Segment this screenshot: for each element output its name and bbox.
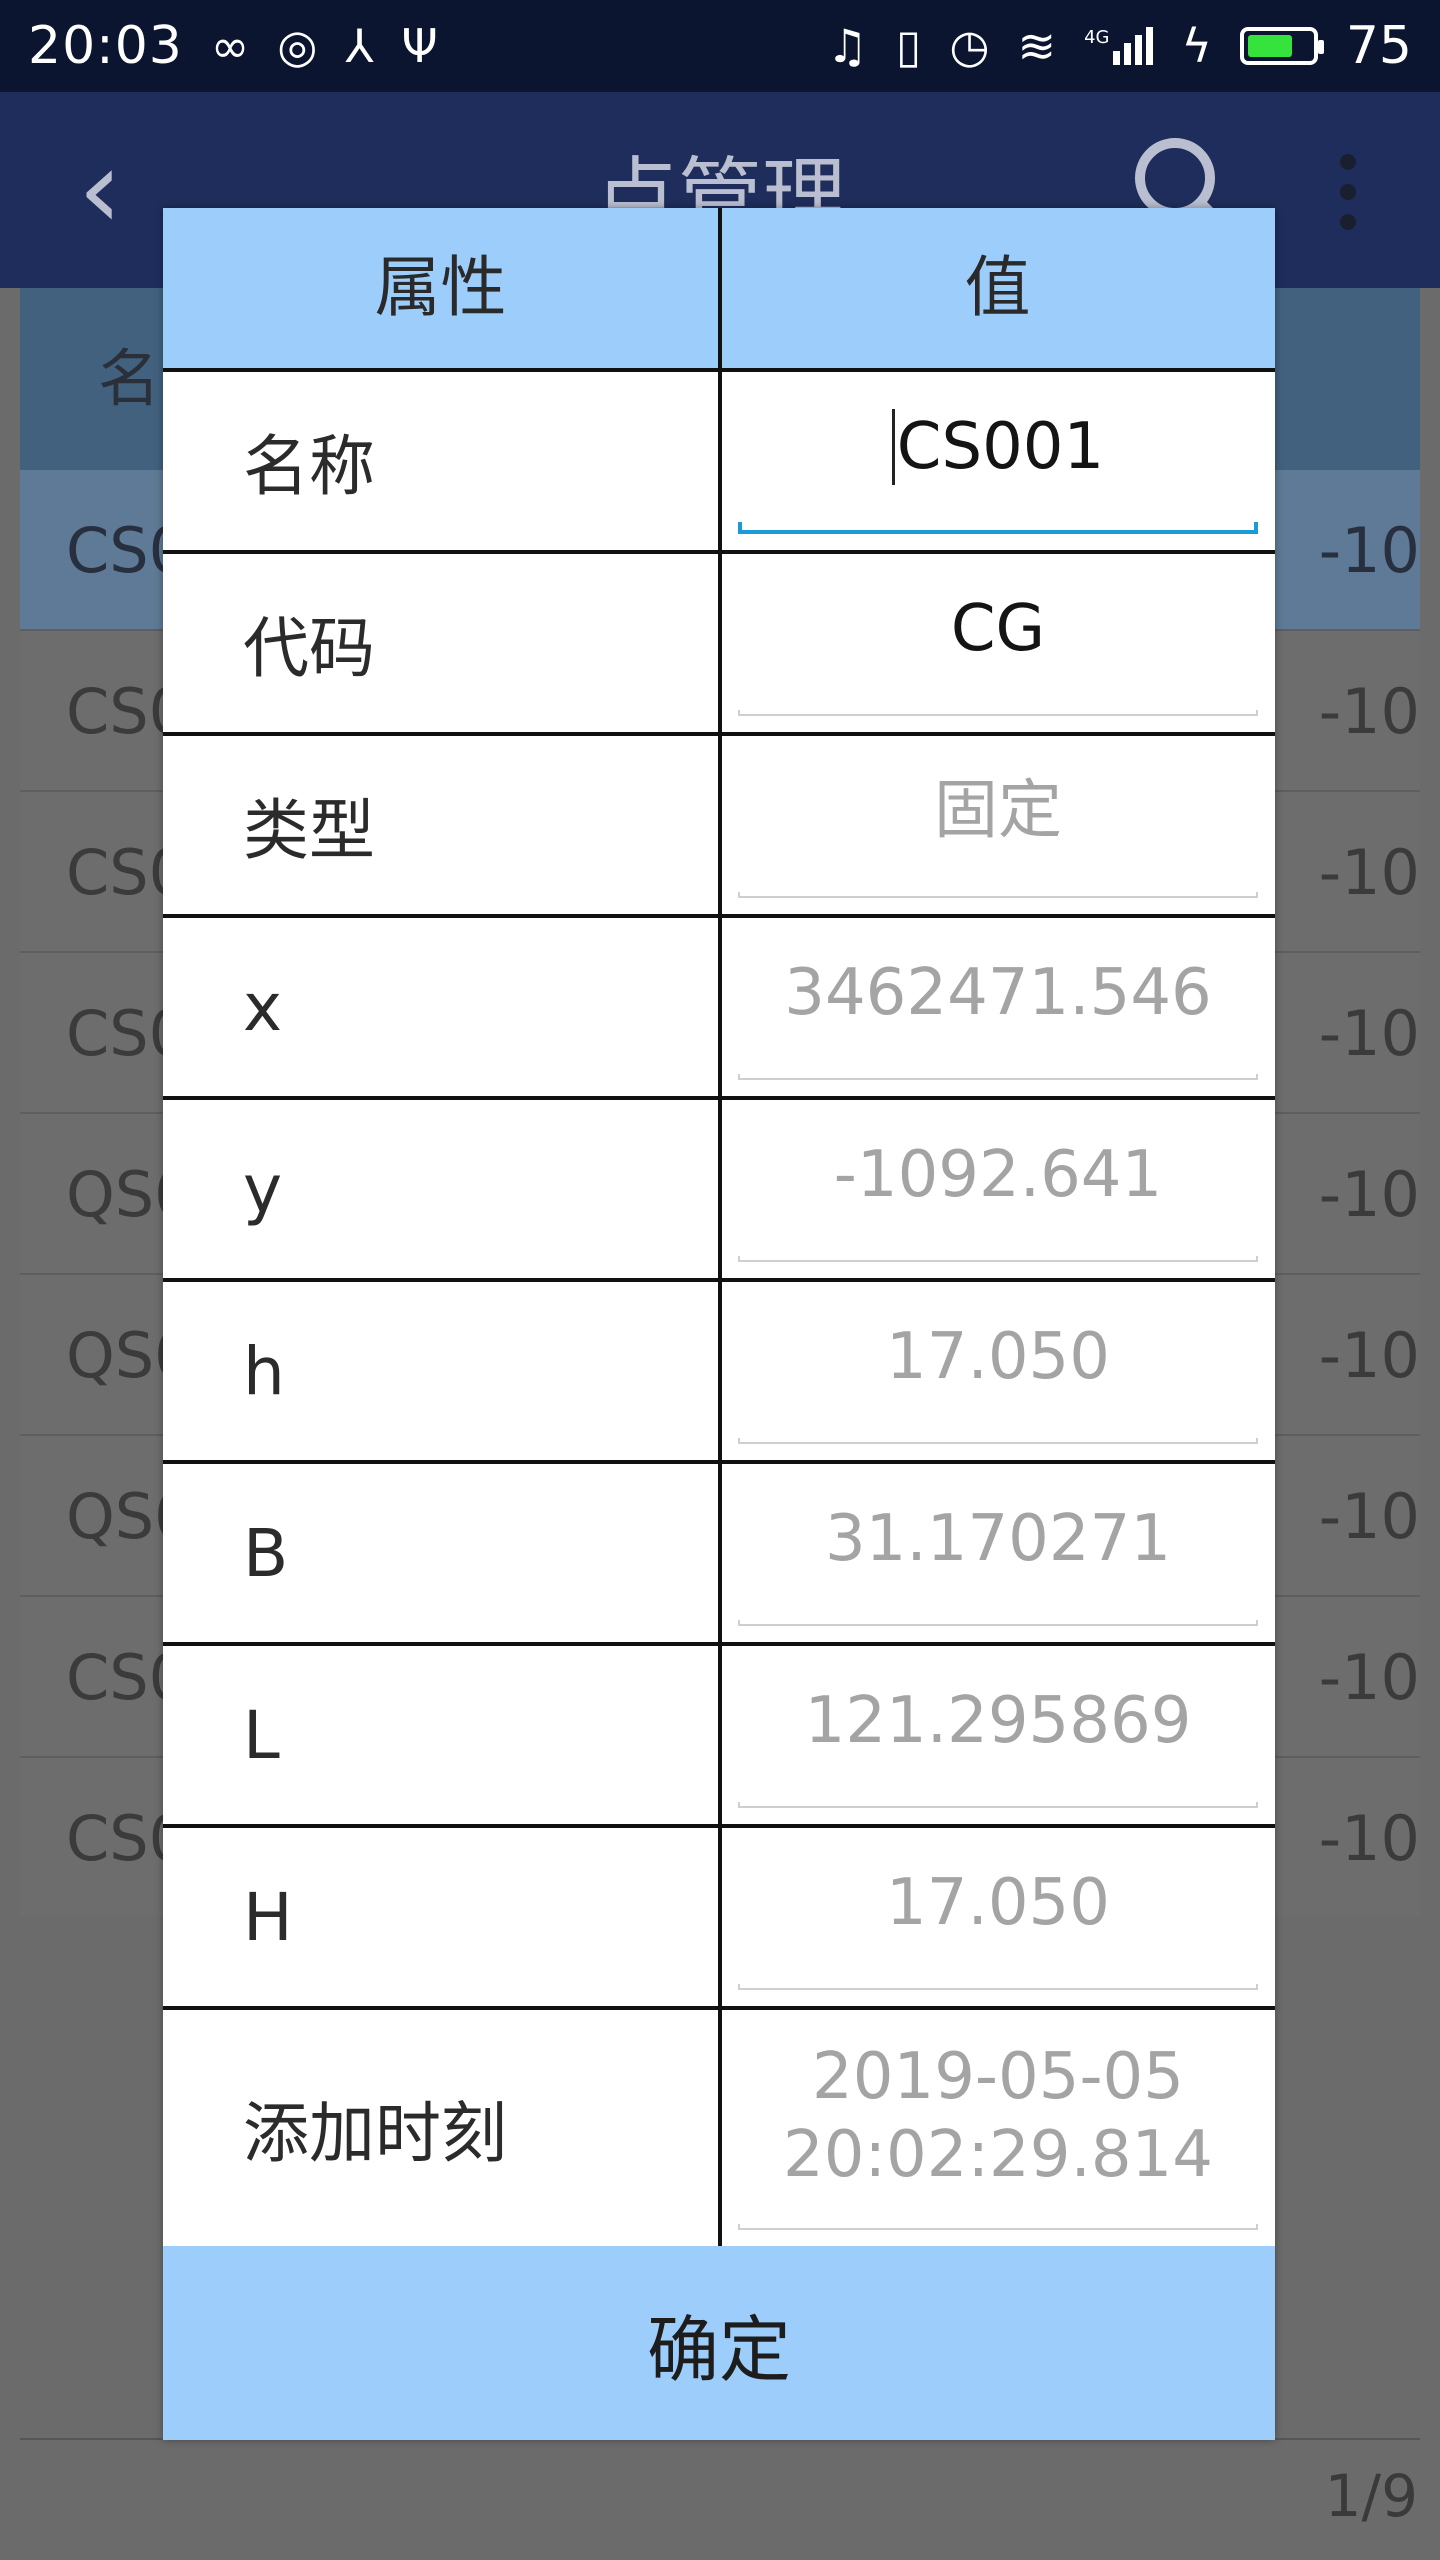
- attribute-label: 类型: [243, 792, 375, 869]
- field-underline: [738, 1438, 1258, 1444]
- field-underline: [738, 1074, 1258, 1080]
- attribute-label: h: [243, 1332, 285, 1410]
- value-text: 31.170271: [824, 1501, 1172, 1576]
- alarm-icon: ◷: [949, 19, 990, 73]
- attribute-label: 名称: [243, 428, 375, 505]
- value-text: -1092.641: [833, 1137, 1163, 1212]
- attribute-value-field[interactable]: CG: [738, 554, 1258, 704]
- value-text: 17.050: [886, 1865, 1110, 1940]
- value-text: CG: [950, 591, 1046, 666]
- battery-icon: [1239, 27, 1324, 65]
- field-underline: [738, 710, 1258, 716]
- share-hub-icon: ⅄: [345, 19, 374, 73]
- attribute-label: H: [243, 1878, 293, 1956]
- attribute-value-field: 31.170271: [738, 1464, 1258, 1614]
- column-header-attribute: 属性: [374, 249, 507, 326]
- table-cell-value: -10: [1318, 675, 1420, 748]
- value-date: 2019-05-05: [812, 2039, 1184, 2114]
- status-bar-left: 20:03 ∞ ◎ ⅄ Ψ: [28, 16, 438, 76]
- value-text: 3462471.546: [784, 955, 1212, 1030]
- attribute-label: L: [243, 1696, 280, 1774]
- attribute-label: 代码: [243, 610, 375, 687]
- attribute-label: B: [243, 1514, 289, 1592]
- netease-music-icon: ◎: [277, 19, 318, 73]
- column-header-value: 值: [964, 249, 1031, 326]
- name-input[interactable]: CS001: [738, 372, 1258, 522]
- attribute-label: y: [243, 1150, 283, 1228]
- ok-button[interactable]: 确定: [163, 2246, 1275, 2440]
- table-cell-value: -10: [1318, 514, 1420, 587]
- vibrate-icon: ▯: [896, 19, 922, 73]
- text-cursor: [891, 409, 895, 485]
- value-time: 20:02:29.814: [783, 2118, 1213, 2192]
- attribute-value-field: 17.050: [738, 1828, 1258, 1978]
- wifi-icon: ≋: [1017, 19, 1057, 73]
- attribute-value-field: 121.295869: [738, 1646, 1258, 1796]
- column-divider: [718, 208, 722, 2246]
- more-vert-icon[interactable]: [1340, 154, 1356, 244]
- usb-icon: Ψ: [401, 19, 438, 73]
- value-text: 17.050: [886, 1319, 1110, 1394]
- field-underline: [738, 1256, 1258, 1262]
- attribute-value-field: 固定: [738, 736, 1258, 886]
- charging-icon: ϟ: [1181, 19, 1212, 73]
- attribute-value-field: 2019-05-05 20:02:29.814: [738, 2010, 1258, 2222]
- signal-4g-icon: 4G: [1084, 27, 1154, 65]
- network-type-label: 4G: [1084, 27, 1110, 48]
- infinity-icon: ∞: [210, 19, 250, 73]
- battery-fill: [1247, 35, 1293, 57]
- field-underline: [738, 1620, 1258, 1626]
- status-bar: 20:03 ∞ ◎ ⅄ Ψ ♫ ▯ ◷ ≋ 4G ϟ 75: [0, 0, 1440, 92]
- table-cell-value: -10: [1318, 1319, 1420, 1392]
- field-underline: [738, 892, 1258, 898]
- point-attributes-dialog: 属性 值 名称 CS001 代码 CG 类型 固定 x 3462471.546 y -1092.6…: [163, 208, 1275, 2440]
- search-icon[interactable]: [1135, 138, 1215, 218]
- table-cell-value: -10: [1318, 1158, 1420, 1231]
- field-underline: [738, 1802, 1258, 1808]
- field-underline: [738, 1984, 1258, 1990]
- table-cell-value: -10: [1318, 1641, 1420, 1714]
- status-bar-right: ♫ ▯ ◷ ≋ 4G ϟ 75: [827, 16, 1412, 76]
- attribute-label: 添加时刻: [243, 2095, 507, 2172]
- page-indicator: 1/9: [1324, 2462, 1418, 2530]
- clock: 20:03: [28, 16, 183, 76]
- attribute-value-field: -1092.641: [738, 1100, 1258, 1250]
- table-cell-value: -10: [1318, 1802, 1420, 1875]
- field-underline: [738, 2224, 1258, 2230]
- value-text: 固定: [934, 773, 1062, 848]
- battery-level: 75: [1345, 16, 1412, 76]
- value-text: CS001: [896, 409, 1105, 484]
- field-underline: [738, 522, 1258, 534]
- table-cell-value: -10: [1318, 1480, 1420, 1553]
- table-header-name: 名: [98, 342, 161, 415]
- value-text: 121.295869: [804, 1683, 1192, 1758]
- table-cell-value: -10: [1318, 836, 1420, 909]
- attribute-value-field: 17.050: [738, 1282, 1258, 1432]
- attribute-label: x: [243, 968, 283, 1046]
- attribute-value-field: 3462471.546: [738, 918, 1258, 1068]
- headset-icon: ♫: [826, 19, 869, 73]
- table-cell-value: -10: [1318, 997, 1420, 1070]
